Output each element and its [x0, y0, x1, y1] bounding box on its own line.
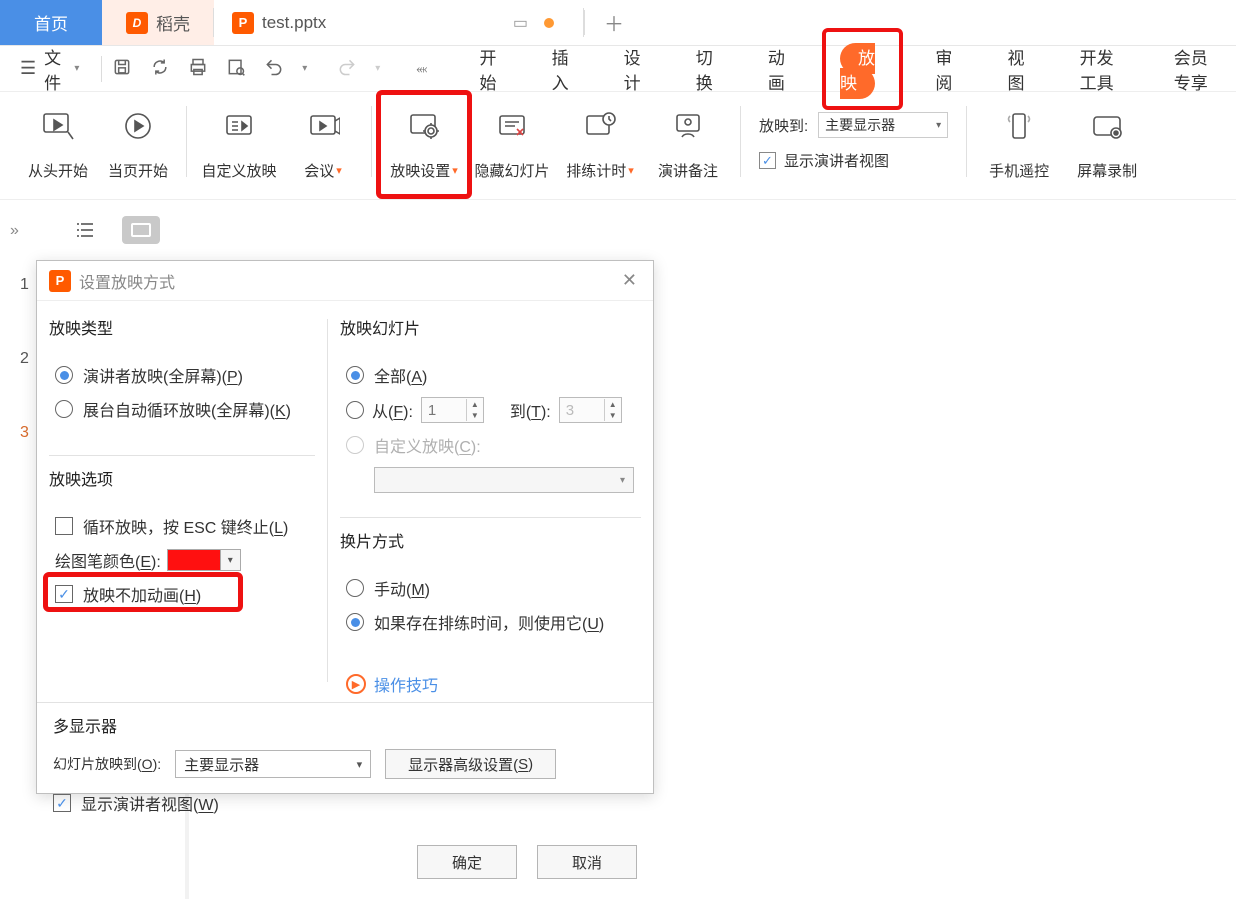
- monitor-advanced-button[interactable]: 显示器高级设置(S): [385, 749, 556, 779]
- radio-advance-timing[interactable]: 如果存在排练时间，则使用它(U): [346, 610, 641, 634]
- chevron-down-icon[interactable]: ▾: [74, 63, 79, 74]
- monitor-select[interactable]: 主要显示器▾: [818, 112, 948, 138]
- close-icon[interactable]: ✕: [618, 266, 641, 295]
- save-icon[interactable]: [112, 57, 132, 80]
- print-preview-icon[interactable]: [226, 57, 246, 80]
- file-menu[interactable]: 文件: [44, 44, 72, 94]
- chk-loop-esc[interactable]: 循环放映，按 ESC 键终止(L): [55, 514, 315, 538]
- custom-show-select: ▾: [374, 467, 634, 493]
- slide-number[interactable]: 1: [20, 276, 29, 294]
- tab-developer[interactable]: 开发工具: [1070, 38, 1134, 100]
- tab-design[interactable]: 设计: [614, 38, 656, 100]
- radio-range-slides[interactable]: 从(F): ▲▼ 到(T): ▲▼: [346, 397, 641, 423]
- presenter-view-checkbox[interactable]: ✓显示演讲者视图: [759, 150, 948, 171]
- radio-all-slides[interactable]: 全部(A): [346, 363, 641, 387]
- sync-icon[interactable]: [150, 57, 170, 80]
- menu-bar: ☰ 文件 ▾ ▾ ▾ ⬼ 开始 插入 设计 切换 动画 放映 审阅 视图 开发工…: [0, 46, 1236, 92]
- radio-kiosk-loop[interactable]: 展台自动循环放映(全屏幕)(K): [55, 397, 315, 421]
- cancel-button[interactable]: 取消: [537, 845, 637, 879]
- tab-review[interactable]: 审阅: [925, 38, 967, 100]
- play-tip-icon: ▶: [346, 674, 366, 694]
- redo-icon[interactable]: [337, 57, 357, 80]
- btn-slideshow-settings[interactable]: 放映设置▾: [380, 102, 468, 181]
- slide-number[interactable]: 3: [20, 424, 29, 442]
- show-options-group: 放映选项 循环放映，按 ESC 键终止(L) 绘图笔颜色(E): ▾ 放映不加动…: [49, 455, 315, 630]
- new-tab-button[interactable]: ＋: [584, 0, 644, 45]
- advance-slides-group: 换片方式 手动(M) 如果存在排练时间，则使用它(U) ▶ 操作技巧: [340, 517, 641, 696]
- tips-link[interactable]: ▶ 操作技巧: [346, 672, 641, 696]
- slideshow-monitor-select[interactable]: 主要显示器▾: [175, 750, 371, 778]
- slide-view-icon[interactable]: [122, 216, 160, 244]
- btn-from-beginning[interactable]: 从头开始: [18, 102, 98, 181]
- tab-start[interactable]: 开始: [469, 38, 511, 100]
- ok-button[interactable]: 确定: [417, 845, 517, 879]
- show-type-group: 放映类型 演讲者放映(全屏幕)(P) 展台自动循环放映(全屏幕)(K): [49, 315, 315, 445]
- tab-home[interactable]: 首页: [0, 0, 102, 45]
- expand-panel-icon[interactable]: »: [10, 222, 19, 240]
- btn-custom-show[interactable]: 自定义放映: [195, 102, 283, 181]
- tab-current-file[interactable]: P test.pptx ▭: [214, 0, 584, 45]
- btn-from-current[interactable]: 当页开始: [98, 102, 178, 181]
- play-to-label: 放映到:: [759, 115, 808, 136]
- chk-no-animation[interactable]: 放映不加动画(H): [55, 582, 315, 606]
- tab-animation[interactable]: 动画: [758, 38, 800, 100]
- qat-customize-icon[interactable]: ⬼: [416, 61, 427, 77]
- radio-presenter-fullscreen[interactable]: 演讲者放映(全屏幕)(P): [55, 363, 315, 387]
- unsaved-dot-icon: [544, 18, 554, 28]
- pen-color-picker[interactable]: ▾: [167, 549, 241, 571]
- tab-view[interactable]: 视图: [998, 38, 1040, 100]
- multi-monitor-group: 多显示器 幻灯片放映到(O): 主要显示器▾ 显示器高级设置(S) 显示演讲者视…: [37, 702, 653, 815]
- dialog-titlebar[interactable]: P 设置放映方式 ✕: [37, 261, 653, 301]
- presentation-file-icon: P: [232, 12, 254, 34]
- ribbon-monitor-group: 放映到: 主要显示器▾ ✓显示演讲者视图: [749, 102, 958, 171]
- presentation-file-icon: P: [49, 270, 71, 292]
- print-icon[interactable]: [188, 57, 208, 80]
- to-slide-spinner[interactable]: ▲▼: [559, 397, 622, 423]
- redo-more-icon[interactable]: ▾: [375, 63, 380, 74]
- undo-more-icon[interactable]: ▾: [302, 63, 307, 74]
- daoke-icon: D: [126, 12, 148, 34]
- tab-daoke[interactable]: D 稻壳: [102, 0, 214, 45]
- tab-member[interactable]: 会员专享: [1164, 38, 1228, 100]
- btn-phone-remote[interactable]: 手机遥控: [975, 102, 1063, 181]
- highlight-box: [376, 90, 472, 199]
- hamburger-icon[interactable]: ☰: [20, 58, 36, 79]
- chk-presenter-view[interactable]: 显示演讲者视图(W): [53, 791, 637, 815]
- btn-hide-slide[interactable]: 隐藏幻灯片: [468, 102, 556, 181]
- tab-slideshow[interactable]: 放映: [840, 43, 875, 99]
- tab-insert[interactable]: 插入: [542, 38, 584, 100]
- presentation-mode-icon[interactable]: ▭: [513, 13, 528, 33]
- undo-icon[interactable]: [264, 57, 284, 80]
- slide-number-list: 1 2 3: [20, 276, 29, 442]
- tab-slideshow-wrap: 放映: [830, 38, 895, 100]
- slideshow-output-label: 幻灯片放映到(O):: [53, 754, 161, 774]
- slide-number[interactable]: 2: [20, 350, 29, 368]
- show-slides-group: 放映幻灯片 全部(A) 从(F): ▲▼ 到(T): ▲▼: [340, 315, 641, 507]
- slideshow-settings-dialog: P 设置放映方式 ✕ 放映类型 演讲者放映(全屏幕)(P) 展台自动循环放映(全…: [36, 260, 654, 794]
- outline-view-icon[interactable]: [66, 216, 104, 244]
- radio-custom-show: 自定义放映(C):: [346, 433, 641, 457]
- ribbon-tabs: 开始 插入 设计 切换 动画 放映 审阅 视图 开发工具 会员专享: [469, 38, 1228, 100]
- quick-access-toolbar: ▾ ▾ ⬼: [112, 57, 439, 80]
- dialog-title: 设置放映方式: [79, 269, 175, 293]
- pen-color-row: 绘图笔颜色(E): ▾: [55, 548, 315, 572]
- from-slide-spinner[interactable]: ▲▼: [421, 397, 484, 423]
- radio-advance-manual[interactable]: 手动(M): [346, 576, 641, 600]
- btn-meeting[interactable]: 会议▾: [283, 102, 363, 181]
- tab-transition[interactable]: 切换: [686, 38, 728, 100]
- btn-rehearse-timing[interactable]: 排练计时▾: [556, 102, 644, 181]
- btn-presenter-notes[interactable]: 演讲备注: [644, 102, 732, 181]
- ribbon-slideshow: 从头开始 当页开始 自定义放映 会议▾ 放映设置▾ 隐藏幻灯片 排练计时▾ 演讲…: [0, 92, 1236, 200]
- btn-screen-record[interactable]: 屏幕录制: [1063, 102, 1151, 181]
